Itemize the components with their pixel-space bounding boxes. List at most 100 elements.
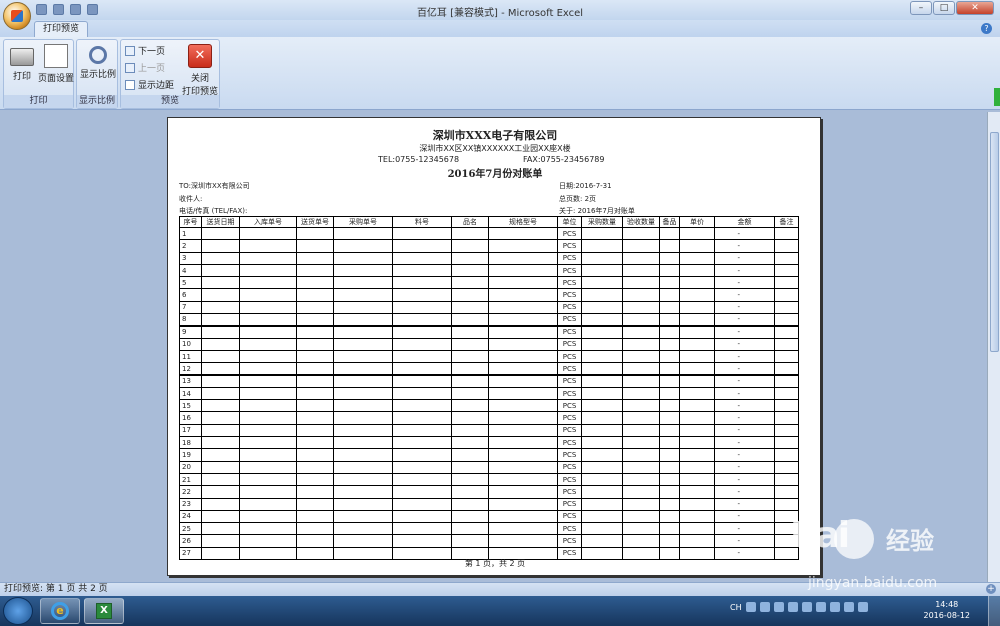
empty-cell (239, 349, 297, 364)
vertical-scrollbar[interactable] (987, 112, 1000, 582)
empty-cell (201, 423, 240, 438)
help-tray-icon[interactable] (745, 602, 756, 612)
amount-cell: - (714, 386, 775, 401)
empty-cell (451, 497, 489, 511)
zoom-button[interactable]: 显示比例 (79, 42, 117, 80)
flag-icon[interactable] (829, 602, 840, 612)
empty-cell (451, 534, 489, 548)
empty-cell (451, 325, 489, 339)
row-number: 25 (179, 522, 202, 536)
table-row: 7 PCS - (179, 300, 799, 315)
column-header: 序号 (179, 216, 202, 228)
prev-page-button[interactable]: 上一页 (125, 61, 165, 74)
amount-cell: - (714, 472, 775, 487)
volume-icon[interactable] (857, 602, 868, 612)
empty-cell (679, 276, 715, 290)
empty-cell (201, 288, 240, 302)
printer-icon (10, 48, 34, 66)
empty-cell (392, 411, 452, 425)
empty-cell (239, 263, 297, 278)
page-setup-button[interactable]: 页面设置 (38, 42, 74, 84)
language-indicator[interactable]: CH (730, 603, 742, 612)
empty-cell (451, 349, 489, 364)
unit-cell: PCS (557, 485, 582, 499)
network-icon[interactable] (773, 602, 784, 612)
empty-cell (622, 448, 660, 462)
empty-cell (201, 276, 240, 290)
empty-cell (296, 534, 334, 548)
row-number: 26 (179, 534, 202, 548)
minimize-button[interactable]: – (910, 1, 932, 15)
table-body: 1 PCS - 2 PCS - 3 PCS - 4 PCS - 5 PCS - 6 PCS - 7 PCS - 8 PCS -… (179, 226, 799, 561)
taskbar-ie[interactable]: e (40, 598, 80, 624)
empty-cell (451, 522, 489, 536)
user-icon[interactable] (815, 602, 826, 612)
page-preview: 深圳市XXX电子有限公司 深圳市XX区XX镇XXXXXX工业园XX座X楼 TEL… (167, 117, 821, 576)
next-page-button[interactable]: 下一页 (125, 44, 165, 57)
title-bar: 百亿耳 [兼容模式] - Microsoft Excel – □ ✕ (0, 0, 1000, 20)
empty-cell (659, 509, 680, 524)
empty-cell (774, 300, 799, 315)
ie-icon: e (51, 602, 69, 620)
show-desktop-button[interactable] (988, 596, 1000, 626)
empty-cell (392, 300, 452, 315)
group-print: 打印 页面设置 打印 (3, 39, 74, 109)
empty-cell (333, 374, 393, 388)
unit-cell: PCS (557, 399, 582, 413)
empty-cell (451, 460, 489, 474)
empty-cell (679, 374, 715, 388)
empty-cell (392, 226, 452, 241)
empty-cell (296, 522, 334, 536)
amount-cell: - (714, 436, 775, 450)
office-button[interactable] (3, 2, 31, 30)
close-preview-button[interactable]: ✕ 关闭 打印预览 (181, 42, 219, 97)
start-button[interactable] (3, 597, 33, 625)
empty-cell (392, 263, 452, 278)
empty-cell (451, 448, 489, 462)
empty-cell (296, 460, 334, 474)
empty-cell (296, 411, 334, 425)
recipient-field: 收件人: (179, 195, 203, 203)
date-field: 日期:2016-7-31 (559, 182, 612, 190)
table-row: 3 PCS - (179, 251, 799, 265)
empty-cell (333, 411, 393, 425)
taskbar-excel[interactable]: X (84, 598, 124, 624)
empty-cell (392, 386, 452, 401)
unit-cell: PCS (557, 436, 582, 450)
amount-cell: - (714, 288, 775, 302)
empty-cell (239, 399, 297, 413)
empty-cell (392, 509, 452, 524)
zoom-in-icon[interactable]: + (986, 584, 996, 594)
empty-cell (451, 226, 489, 241)
empty-cell (679, 362, 715, 376)
empty-cell (659, 288, 680, 302)
ribbon: 打印 页面设置 打印 显示比例 显示比例 下一页 上一页 显示边距 ✕ 关闭 打… (0, 37, 1000, 110)
empty-cell (239, 386, 297, 401)
close-window-button[interactable]: ✕ (956, 1, 994, 15)
empty-cell (488, 497, 558, 511)
empty-cell (581, 448, 623, 462)
monitor-icon[interactable] (843, 602, 854, 612)
table-row: 6 PCS - (179, 288, 799, 302)
empty-cell (679, 534, 715, 548)
security-icon[interactable] (801, 602, 812, 612)
shield-icon[interactable] (759, 602, 770, 612)
empty-cell (239, 276, 297, 290)
clock[interactable]: 14:48 2016-08-12 (924, 599, 971, 621)
scroll-thumb[interactable] (990, 132, 999, 352)
empty-cell (488, 423, 558, 438)
print-button[interactable]: 打印 (6, 42, 38, 82)
empty-cell (622, 534, 660, 548)
excel-icon: X (96, 603, 112, 619)
empty-cell (296, 485, 334, 499)
empty-cell (622, 423, 660, 438)
restore-button[interactable]: □ (933, 1, 955, 15)
empty-cell (679, 239, 715, 253)
show-margins-checkbox[interactable]: 显示边距 (125, 78, 174, 91)
tab-print-preview[interactable]: 打印预览 (34, 21, 89, 37)
help-icon[interactable]: ? (981, 23, 992, 34)
empty-cell (774, 313, 799, 327)
company-address: 深圳市XX区XX镇XXXXXX工业园XX座X楼 (419, 144, 571, 153)
empty-cell (622, 436, 660, 450)
chat-icon[interactable] (787, 602, 798, 612)
